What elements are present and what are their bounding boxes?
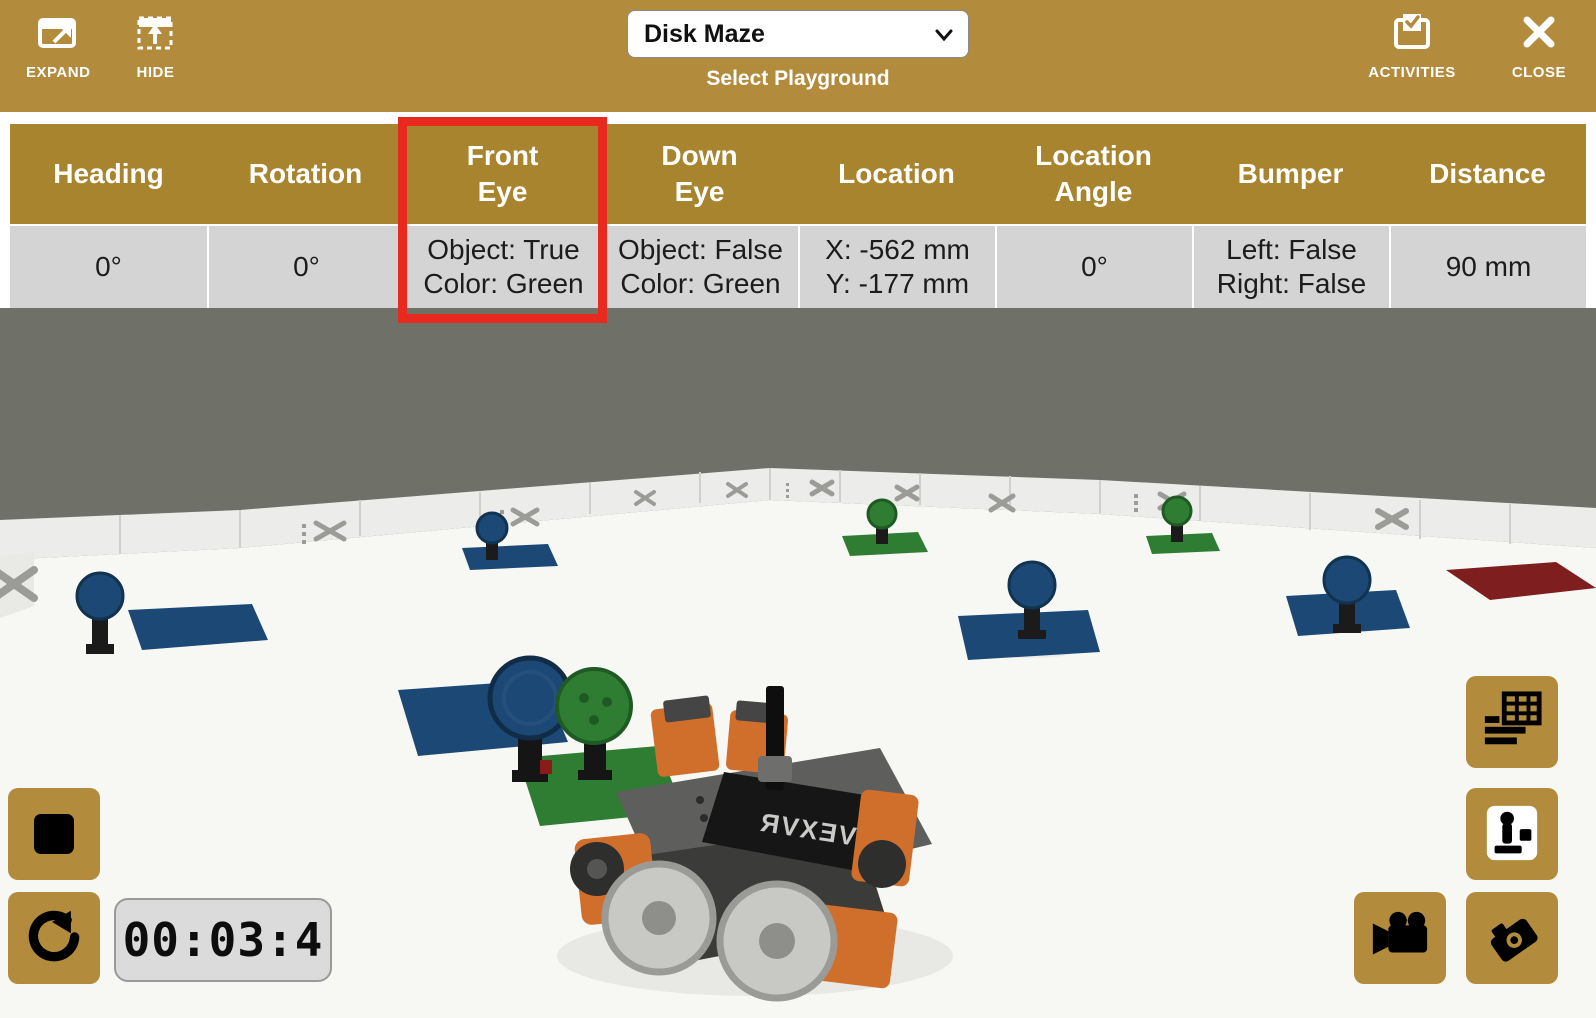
cell-rotation: 0° [207, 224, 404, 308]
dashboard-toggle-button[interactable] [1466, 676, 1558, 768]
close-label: CLOSE [1512, 64, 1566, 81]
hide-button[interactable]: HIDE [134, 12, 176, 81]
column-header-down-eye: Down Eye [601, 124, 798, 224]
robot-view-icon [1481, 802, 1543, 867]
stop-button[interactable] [8, 788, 100, 880]
camera-angle-button[interactable] [1466, 892, 1558, 984]
activities-icon [1391, 12, 1433, 56]
hide-icon [134, 12, 176, 56]
close-button[interactable]: CLOSE [1512, 12, 1566, 81]
playground-select[interactable]: Disk Maze [627, 10, 969, 58]
video-camera-button[interactable] [1354, 892, 1446, 984]
video-camera-icon [1369, 906, 1431, 971]
cell-down-eye: Object: False Color: Green [601, 224, 798, 308]
column-header-distance: Distance [1389, 124, 1586, 224]
expand-button[interactable]: EXPAND [26, 12, 90, 81]
sensor-dashboard: Heading Rotation Front Eye Down Eye Loca… [10, 124, 1586, 308]
activities-button[interactable]: ACTIVITIES [1368, 12, 1456, 81]
select-playground-label: Select Playground [706, 67, 889, 91]
column-header-front-eye: Front Eye [404, 124, 601, 224]
cell-distance: 90 mm [1389, 224, 1586, 308]
cell-front-eye: Object: True Color: Green [404, 224, 601, 308]
column-header-location: Location [798, 124, 995, 224]
cell-bumper: Left: False Right: False [1192, 224, 1389, 308]
expand-label: EXPAND [26, 64, 90, 81]
column-header-rotation: Rotation [207, 124, 404, 224]
top-toolbar: EXPAND HIDE Disk Maze [0, 0, 1596, 112]
reset-icon [24, 907, 84, 970]
reset-button[interactable] [8, 892, 100, 984]
toolbar-left-group: EXPAND HIDE [0, 0, 202, 81]
cell-heading: 0° [10, 224, 207, 308]
column-header-bumper: Bumper [1192, 124, 1389, 224]
sensor-table: Heading Rotation Front Eye Down Eye Loca… [10, 124, 1586, 308]
column-header-location-angle: Location Angle [995, 124, 1192, 224]
camera-angle-icon [1481, 906, 1543, 971]
stop-icon [34, 814, 74, 854]
column-header-heading: Heading [10, 124, 207, 224]
close-icon [1521, 12, 1557, 56]
expand-icon [37, 12, 79, 56]
toolbar-right-group: ACTIVITIES CLOSE [1342, 0, 1596, 81]
dashboard-icon [1481, 690, 1543, 755]
cell-location: X: -562 mm Y: -177 mm [798, 224, 995, 308]
hide-label: HIDE [136, 64, 174, 81]
playground-selector: Disk Maze Select Playground [627, 10, 969, 91]
activities-label: ACTIVITIES [1368, 64, 1456, 81]
timer-display: 00:03:4 [114, 898, 332, 982]
cell-location-angle: 0° [995, 224, 1192, 308]
robot-view-button[interactable] [1466, 788, 1558, 880]
